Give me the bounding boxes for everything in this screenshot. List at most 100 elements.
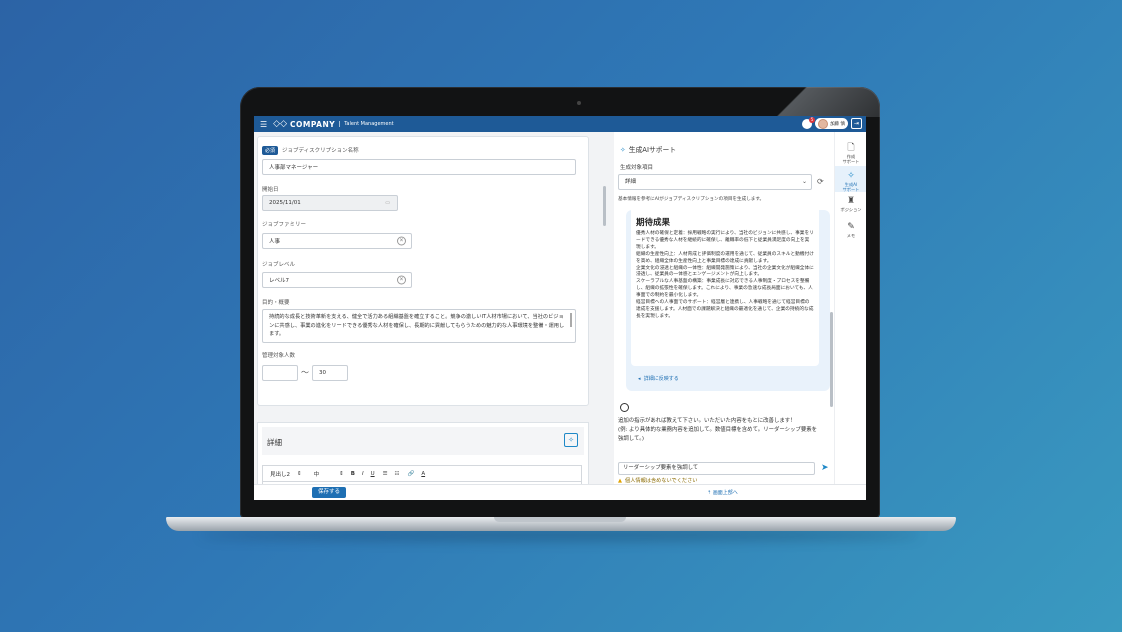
job-family-value: 人事: [269, 239, 281, 245]
send-icon[interactable]: ➤: [821, 463, 829, 473]
chevron-down-icon: ⌄: [801, 178, 807, 185]
reflect-label: 詳細に反映する: [643, 376, 679, 382]
job-level-value: レベル7: [269, 278, 289, 284]
bold-button[interactable]: B: [351, 471, 355, 477]
clear-icon[interactable]: ×: [397, 275, 406, 285]
headcount-label: 管理対象人数: [262, 353, 296, 359]
target-label: 生成対象項目: [620, 165, 654, 171]
right-scrollbar[interactable]: [830, 312, 833, 407]
job-family-label: ジョブファミリー: [262, 222, 307, 228]
app-subtitle: Talent Management: [339, 121, 394, 127]
scroll-to-top-link[interactable]: ⇡ 画面上部へ: [707, 489, 738, 496]
link-button[interactable]: 🔗: [407, 471, 414, 477]
menu-icon[interactable]: ☰: [260, 120, 267, 129]
rail-ai-support[interactable]: ✧ 生成AI サポート: [835, 166, 866, 192]
target-select[interactable]: 詳細 ⌄: [618, 174, 812, 190]
ai-result-card: 期待成果 優秀人材の確保と定着：採用戦略の実行により、当社のビジョンに共感し、事…: [626, 210, 830, 391]
save-button[interactable]: 保存する: [312, 487, 346, 498]
position-icon: ♜: [846, 196, 856, 206]
arrow-up-icon: ⇡: [707, 490, 712, 496]
laptop-notch: [494, 517, 626, 522]
italic-button[interactable]: I: [362, 471, 364, 477]
calendar-icon[interactable]: ▭: [385, 200, 390, 206]
jd-name-label: 必須 ジョブディスクリプション名称: [262, 146, 359, 155]
rail-create-support[interactable]: 🗋 作成 サポート: [835, 138, 866, 164]
ai-support-panel: ✧ 生成AIサポート 生成対象項目 詳細 ⌄ ⟳ 基本情報を参考にAIがジョブディ…: [614, 132, 834, 495]
purpose-textarea[interactable]: 持続的な成長と技術革新を支える、健全で活力ある組織基盤を確立すること。競争の激し…: [262, 309, 576, 343]
headcount-max-value: 30: [319, 370, 326, 376]
required-tag: 必須: [262, 146, 279, 155]
ai-generate-button[interactable]: ✧: [564, 433, 578, 447]
rich-text-toolbar: 見出し2 ⇕ 中 ⇕ B I U ☰ ☷ 🔗 A: [262, 465, 582, 482]
job-level-label: ジョブレベル: [262, 262, 296, 268]
notification-bell-icon[interactable]: 5: [802, 116, 816, 129]
logout-icon[interactable]: ⇥: [851, 118, 862, 129]
result-body: 優秀人材の確保と定着：採用戦略の実行により、当社のビジョンに共感し、事業をリード…: [636, 231, 814, 319]
jd-name-label-text: ジョブディスクリプション名称: [282, 148, 359, 154]
sparkle-icon: ✧: [620, 146, 626, 154]
document-icon: 🗋: [847, 143, 855, 153]
jd-name-input[interactable]: 人事部マネージャー: [262, 159, 576, 175]
detail-title: 詳細: [267, 438, 282, 447]
rail-label: ポジション: [840, 207, 862, 212]
basic-info-card: 必須 ジョブディスクリプション名称 人事部マネージャー 開始日 2025/11/0…: [257, 136, 589, 406]
user-menu[interactable]: 加藤 慎: [815, 118, 848, 129]
clear-icon[interactable]: ×: [397, 236, 406, 246]
text-color-button[interactable]: A: [421, 471, 425, 477]
textarea-scrollbar[interactable]: [570, 313, 572, 327]
result-heading: 期待成果: [636, 218, 671, 228]
ai-hint: 基本情報を参考にAIがジョブディスクリプションの項目を生成します。: [618, 197, 765, 202]
bot-icon: [620, 403, 629, 412]
rail-label: メモ: [846, 233, 856, 238]
sparkle-icon: ✧: [847, 171, 855, 181]
webcam: [577, 101, 581, 105]
app-logo[interactable]: COMPANY: [290, 120, 335, 129]
chevron-updown-icon[interactable]: ⇕: [339, 471, 344, 477]
start-date-value: 2025/11/01: [269, 200, 301, 206]
header-actions: 5 加藤 慎 ⇥: [802, 116, 862, 129]
purpose-value: 持続的な成長と技術革新を支える、健全で活力ある組織基盤を確立すること。競争の激し…: [269, 314, 565, 337]
job-family-input[interactable]: 人事 ×: [262, 233, 412, 249]
privacy-warning: ▲ 個人情報は含めないでください: [618, 477, 697, 484]
bullet-list-button[interactable]: ☷: [395, 471, 400, 477]
job-level-input[interactable]: レベル7 ×: [262, 272, 412, 288]
lid-reflection: [720, 87, 880, 117]
target-value: 詳細: [625, 179, 637, 185]
app-header: ☰ ◇◇ COMPANY Talent Management 5 加藤 慎 ⇥: [254, 116, 866, 132]
purpose-label: 目的・概要: [262, 300, 290, 306]
ai-panel-title-text: 生成AIサポート: [628, 146, 677, 154]
rail-position[interactable]: ♜ ポジション: [835, 196, 866, 218]
to-top-label: 画面上部へ: [712, 490, 738, 496]
laptop-shadow: [200, 530, 920, 540]
chevron-updown-icon[interactable]: ⇕: [297, 471, 302, 477]
bot-message: 追加の指示があれば教えて下さい。いただいた内容をもとに改善します！ (例: より…: [618, 418, 817, 442]
app-screen: ☰ ◇◇ COMPANY Talent Management 5 加藤 慎 ⇥ …: [254, 116, 866, 500]
rail-memo[interactable]: ✎ メモ: [835, 222, 866, 244]
headcount-min-input[interactable]: [262, 365, 298, 381]
chevron-left-icon: ◂: [638, 376, 641, 382]
left-scrollbar[interactable]: [603, 186, 606, 226]
chat-input[interactable]: リーダーシップ要素を強調して: [618, 462, 815, 475]
avatar: [818, 118, 829, 129]
notification-badge: 5: [809, 116, 816, 123]
start-date-input[interactable]: 2025/11/01 ▭: [262, 195, 398, 211]
jd-name-value: 人事部マネージャー: [269, 165, 319, 171]
detail-header: 詳細 ✧: [262, 427, 584, 455]
ai-panel-title: ✧ 生成AIサポート: [620, 144, 676, 154]
start-date-label: 開始日: [262, 187, 279, 193]
underline-button[interactable]: U: [371, 471, 375, 477]
font-size-select[interactable]: 中: [314, 470, 320, 478]
heading-select[interactable]: 見出し2: [270, 470, 290, 478]
pencil-icon: ✎: [847, 222, 855, 232]
headcount-max-input[interactable]: 30: [312, 365, 348, 381]
footer-bar: 保存する ⇡ 画面上部へ: [254, 484, 866, 500]
reflect-to-detail-link[interactable]: ◂ 詳細に反映する: [638, 375, 679, 382]
side-rail: 🗋 作成 サポート ✧ 生成AI サポート ♜ ポジション ✎ メモ: [834, 132, 866, 484]
rail-label: 生成AI サポート: [842, 182, 860, 192]
refresh-icon[interactable]: ⟳: [817, 177, 824, 186]
logo-icon: ◇◇: [273, 119, 288, 129]
ai-result-content: 期待成果 優秀人材の確保と定着：採用戦略の実行により、当社のビジョンに共感し、事…: [631, 210, 819, 366]
range-tilde: 〜: [301, 368, 309, 377]
ordered-list-button[interactable]: ☰: [383, 471, 388, 477]
user-name: 加藤 慎: [830, 121, 845, 127]
